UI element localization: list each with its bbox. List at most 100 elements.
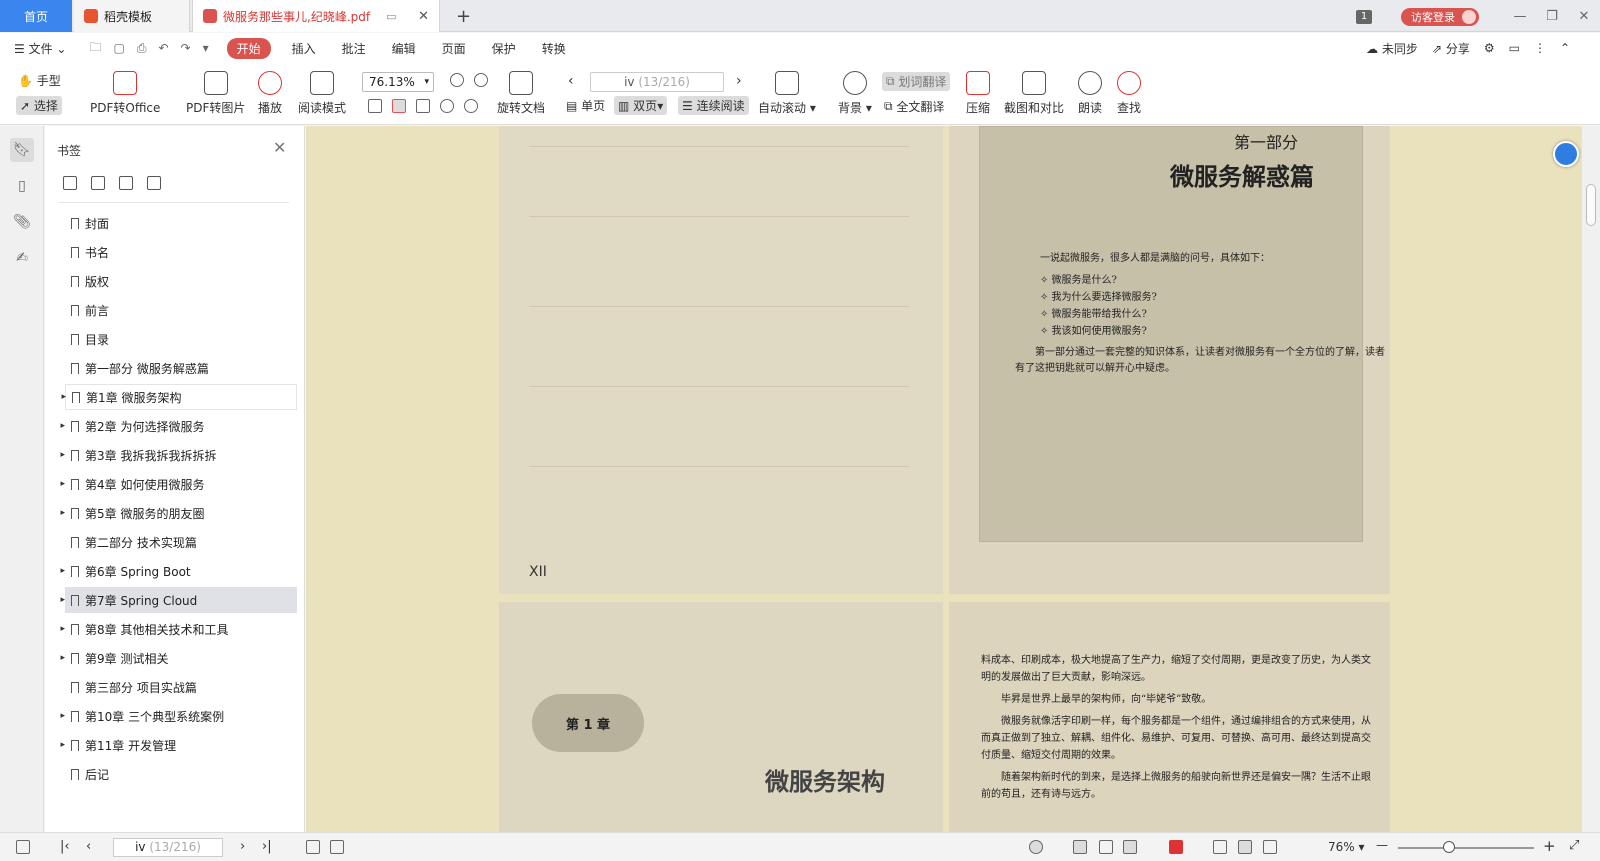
expand-arrow-icon[interactable]: ▸ xyxy=(51,595,65,605)
read-mode-button[interactable]: 阅读模式 xyxy=(298,71,346,116)
rotate-right-icon[interactable] xyxy=(464,99,478,113)
rotate-document-button[interactable]: 旋转文档 xyxy=(497,71,545,116)
more-dropdown-icon[interactable]: ▾ xyxy=(203,41,209,55)
find-button[interactable]: 查找 xyxy=(1117,71,1141,116)
play-button[interactable]: 播放 xyxy=(258,71,282,116)
single-view-icon[interactable] xyxy=(1099,840,1113,854)
zoom-dropdown-icon[interactable]: ▾ xyxy=(424,73,429,91)
bookmark-item[interactable]: ▸ 第8章 其他相关技术和工具 xyxy=(45,616,295,642)
prev-page-button[interactable]: ‹ xyxy=(568,73,574,89)
sidebar-toggle-icon[interactable] xyxy=(16,840,30,854)
bookmark-item[interactable]: 书名 xyxy=(45,239,295,265)
share-button[interactable]: ⇗ 分享 xyxy=(1432,40,1470,57)
close-window-button[interactable]: ✕ xyxy=(1568,9,1600,24)
forward-view-icon[interactable] xyxy=(330,840,344,854)
expand-arrow-icon[interactable]: ▸ xyxy=(52,392,66,402)
double-view-icon[interactable] xyxy=(1123,840,1137,854)
remove-bookmark-icon[interactable] xyxy=(147,176,161,190)
zoom-slider-knob[interactable] xyxy=(1443,841,1455,853)
expand-arrow-icon[interactable]: ▸ xyxy=(51,479,65,489)
hand-tool[interactable]: ✋ 手型 xyxy=(18,72,61,89)
more-icon[interactable]: ⋮ xyxy=(1534,41,1546,55)
next-page-status-button[interactable]: › xyxy=(240,839,245,854)
expand-arrow-icon[interactable]: ▸ xyxy=(51,740,65,750)
open-icon[interactable]: 🗀 xyxy=(89,38,101,59)
eye-protection-icon[interactable] xyxy=(1029,840,1043,854)
vertical-scrollbar[interactable] xyxy=(1582,126,1600,832)
settings-icon[interactable]: ⚙ xyxy=(1484,41,1495,55)
bookmark-item[interactable]: ▸ 第6章 Spring Boot xyxy=(45,558,295,584)
bookmark-item[interactable]: 封面 xyxy=(45,210,295,236)
read-aloud-button[interactable]: 朗读 xyxy=(1078,71,1102,116)
last-page-button[interactable]: ›| xyxy=(262,839,272,854)
bookmark-item[interactable]: 目录 xyxy=(45,326,295,352)
document-view[interactable]: XII 第一部分 微服务解惑篇 一说起微服务，很多人都是满脑的问号，具体如下： … xyxy=(306,126,1582,832)
fit-page-status-icon[interactable] xyxy=(1238,840,1252,854)
bookmark-item[interactable]: ▸ 第7章 Spring Cloud xyxy=(60,587,297,613)
close-icon[interactable]: ✕ xyxy=(273,138,286,157)
bookmark-item[interactable]: ▸ 第4章 如何使用微服务 xyxy=(45,471,295,497)
scrollbar-thumb[interactable] xyxy=(1586,184,1596,226)
expand-all-icon[interactable] xyxy=(63,176,77,190)
add-bookmark-icon[interactable] xyxy=(119,176,133,190)
comment-icon[interactable]: ▭ xyxy=(1509,41,1520,55)
restore-button[interactable]: ❐ xyxy=(1536,9,1568,24)
tab-close-icon[interactable]: ✕ xyxy=(418,9,429,24)
zoom-out-icon[interactable] xyxy=(450,73,464,87)
expand-arrow-icon[interactable]: ▸ xyxy=(51,508,65,518)
back-view-icon[interactable] xyxy=(306,840,320,854)
menu-edit[interactable]: 编辑 xyxy=(379,40,429,57)
save-icon[interactable]: ▢ xyxy=(113,41,124,55)
bookmark-item[interactable]: ▸ 第11章 开发管理 xyxy=(45,732,295,758)
bookmark-item[interactable]: ▸ 第10章 三个典型系统案例 xyxy=(45,703,295,729)
zoom-out-button[interactable]: — xyxy=(1376,838,1388,852)
bookmark-item[interactable]: 第二部分 技术实现篇 xyxy=(45,529,295,555)
notification-badge[interactable]: 1 xyxy=(1356,10,1372,24)
menu-comment[interactable]: 批注 xyxy=(329,40,379,57)
bookmark-item[interactable]: ▸ 第1章 微服务架构 xyxy=(61,384,297,410)
fit-page-icon[interactable] xyxy=(392,99,406,113)
status-zoom[interactable]: 76% ▾ xyxy=(1328,840,1365,854)
attachment-icon[interactable]: 📎︎ xyxy=(10,210,34,234)
bookmark-panel-icon[interactable]: 🔖︎ xyxy=(10,138,34,162)
zoom-slider[interactable] xyxy=(1398,847,1534,849)
zoom-in-icon[interactable] xyxy=(474,73,488,87)
screenshot-compare-button[interactable]: 截图和对比 xyxy=(1004,71,1064,116)
bookmark-item[interactable]: 前言 xyxy=(45,297,295,323)
new-tab-button[interactable]: + xyxy=(456,6,471,27)
bookmark-item[interactable]: ▸ 第2章 为何选择微服务 xyxy=(45,413,295,439)
undo-icon[interactable]: ↶ xyxy=(158,41,168,55)
menu-insert[interactable]: 插入 xyxy=(279,40,329,57)
minimize-button[interactable]: — xyxy=(1504,9,1536,24)
file-menu[interactable]: ☰ 文件 ⌄ xyxy=(0,40,79,57)
floating-tool-button[interactable] xyxy=(1553,141,1579,167)
fit-width-icon[interactable] xyxy=(368,99,382,113)
single-page-button[interactable]: ▤ 单页 xyxy=(566,97,605,114)
rotate-left-icon[interactable] xyxy=(440,99,454,113)
expand-arrow-icon[interactable]: ▸ xyxy=(51,421,65,431)
pdf-to-office-button[interactable]: PDF转Office xyxy=(90,71,160,116)
login-button[interactable]: 访客登录 xyxy=(1401,8,1479,26)
pdf-to-image-button[interactable]: PDF转图片 xyxy=(186,71,245,116)
collapse-ribbon-icon[interactable]: ⌃ xyxy=(1560,41,1570,55)
actual-size-icon[interactable] xyxy=(416,99,430,113)
bookmark-item[interactable]: 后记 xyxy=(45,761,295,787)
thumbnail-panel-icon[interactable]: ▯ xyxy=(10,174,34,198)
zoom-in-button[interactable]: + xyxy=(1543,837,1556,855)
tab-template[interactable]: 稻壳模板 xyxy=(74,0,190,32)
first-page-button[interactable]: |‹ xyxy=(60,839,70,854)
expand-arrow-icon[interactable]: ▸ xyxy=(51,711,65,721)
fullscreen-icon[interactable] xyxy=(1263,840,1277,854)
background-button[interactable]: 背景 ▾ xyxy=(838,71,872,116)
bookmark-item[interactable]: ▸ 第3章 我拆我拆我拆拆拆 xyxy=(45,442,295,468)
word-translate-button[interactable]: ⧉ 划词翻译 xyxy=(882,72,951,91)
menu-page[interactable]: 页面 xyxy=(429,40,479,57)
fit-width-status-icon[interactable] xyxy=(1213,840,1227,854)
sync-button[interactable]: ☁ 未同步 xyxy=(1366,40,1418,57)
menu-convert[interactable]: 转换 xyxy=(529,40,579,57)
tab-document[interactable]: 微服务那些事儿,纪晓峰.pdf ▭ ✕ xyxy=(192,0,440,32)
auto-scroll-button[interactable]: 自动滚动 ▾ xyxy=(758,71,816,116)
expand-arrow-icon[interactable]: ▸ xyxy=(51,566,65,576)
print-icon[interactable]: ⎙ xyxy=(137,41,147,56)
compress-button[interactable]: 压缩 xyxy=(966,71,990,116)
